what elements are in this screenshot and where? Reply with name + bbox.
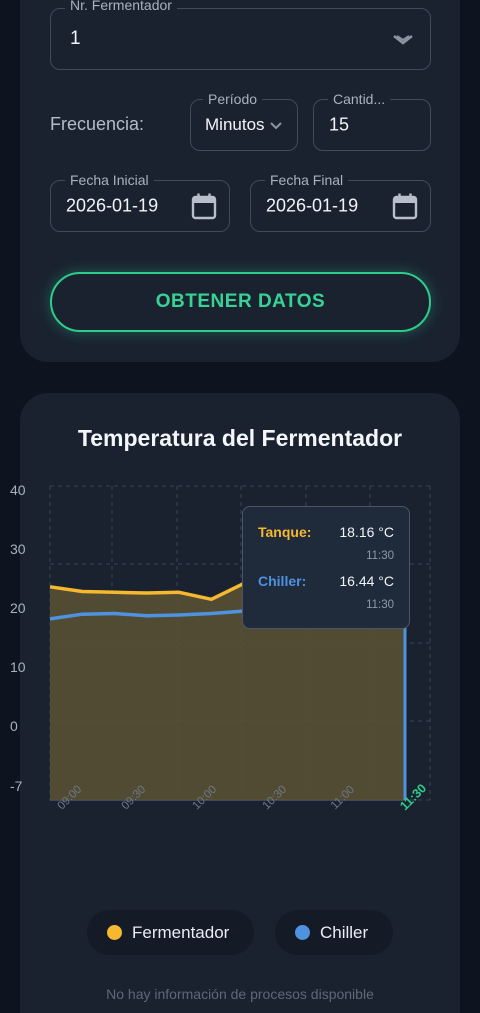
frecuencia-label: Frecuencia:	[50, 114, 145, 134]
tooltip-chiller-label: Chiller:	[258, 573, 307, 589]
fecha-inicial-label: Fecha Inicial	[65, 171, 154, 189]
calendar-icon[interactable]	[191, 192, 217, 220]
y-tick-label: 10	[10, 659, 26, 675]
no-process-info-text: No hay información de procesos disponibl…	[106, 986, 374, 1002]
fecha-final-input[interactable]: Fecha Final 2026-01-19	[250, 171, 431, 232]
periodo-label: Período	[203, 90, 263, 108]
fecha-inicial-value: 2026-01-19	[66, 195, 159, 216]
chart-tooltip: Tanque: 18.16 °C 11:30 Chiller: 16.44 °C…	[242, 506, 410, 629]
cantidad-label: Cantid...	[328, 90, 391, 108]
fecha-final-label: Fecha Final	[265, 171, 349, 189]
chevron-down-icon	[270, 122, 282, 130]
chart-title: Temperatura del Fermentador	[77, 425, 403, 451]
legend-label-fermentador: Fermentador	[132, 922, 230, 942]
y-tick-label: 40	[10, 482, 26, 498]
calendar-icon[interactable]	[392, 192, 418, 220]
chevron-down-icon	[393, 35, 413, 45]
tooltip-tanque-time: 11:30	[366, 550, 394, 562]
cantidad-input[interactable]: Cantid... 15	[313, 90, 431, 151]
tooltip-tanque-value: 18.16 °C	[339, 524, 394, 540]
y-tick-label: 20	[10, 600, 26, 616]
cantidad-value: 15	[329, 114, 350, 135]
y-tick-label: 30	[10, 541, 26, 557]
fermentador-legend-dot-icon	[107, 925, 122, 940]
legend-label-chiller: Chiller	[320, 922, 369, 942]
chiller-legend-dot-icon	[295, 925, 310, 940]
fermentador-select[interactable]: Nr. Fermentador 1	[50, 0, 431, 70]
fermentador-label: Nr. Fermentador	[65, 0, 177, 14]
periodo-select[interactable]: Período Minutos	[190, 90, 298, 151]
legend-item-chiller[interactable]: Chiller	[275, 910, 393, 955]
y-tick-label: 0	[10, 718, 18, 734]
y-tick-label: -7	[10, 778, 23, 794]
obtener-datos-button[interactable]: OBTENER DATOS	[50, 272, 431, 332]
tooltip-chiller-time: 11:30	[366, 599, 394, 611]
fermentador-value: 1	[70, 28, 81, 49]
periodo-value: Minutos	[205, 115, 265, 134]
legend-item-fermentador[interactable]: Fermentador	[87, 910, 254, 955]
tooltip-chiller-value: 16.44 °C	[339, 573, 394, 589]
fecha-inicial-input[interactable]: Fecha Inicial 2026-01-19	[50, 171, 230, 232]
tooltip-tanque-label: Tanque:	[258, 524, 312, 540]
fecha-final-value: 2026-01-19	[266, 195, 359, 216]
